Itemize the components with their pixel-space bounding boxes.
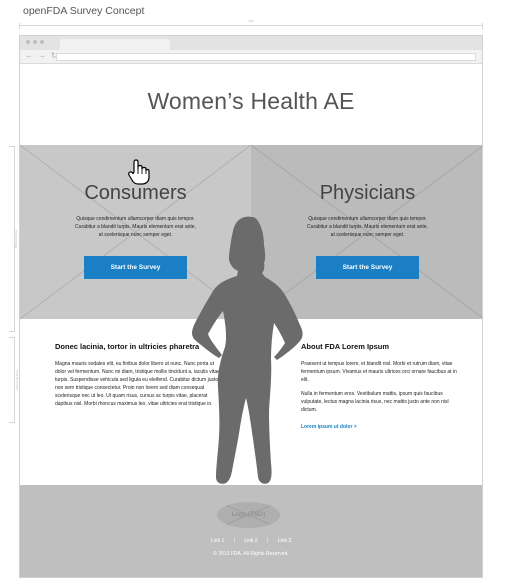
browser-tab-strip	[20, 36, 482, 50]
browser-toolbar: ← → ↻	[20, 50, 482, 64]
logo-placeholder: Logo (TBD)	[217, 502, 280, 528]
consumers-start-survey-button[interactable]: Start the Survey	[84, 256, 187, 279]
window-dot[interactable]	[40, 40, 44, 44]
window-dot[interactable]	[33, 40, 37, 44]
consumers-heading: Consumers	[84, 182, 187, 204]
height-dimension-1: 600 Grid Row	[9, 146, 19, 332]
forward-arrow-icon[interactable]: →	[38, 51, 46, 60]
address-bar[interactable]	[56, 53, 476, 61]
footer: Logo (TBD) Link 1 | Link 2 | Link 3 © 20…	[20, 485, 482, 577]
hand-cursor-icon	[128, 159, 150, 185]
physicians-heading: Physicians	[319, 182, 416, 204]
window-controls	[26, 40, 44, 44]
width-dimension: 960	[19, 19, 483, 31]
browser-window: ← → ↻ Women’s Health AE Consumers Quisqu…	[19, 35, 483, 578]
window-dot[interactable]	[26, 40, 30, 44]
nav-icons: ← → ↻	[25, 51, 58, 60]
height-dimension-label-1: 600 Grid Row	[14, 229, 19, 249]
doc-title: openFDA Survey Concept	[23, 5, 145, 17]
height-dimension-2: 1024 Grid Row	[9, 337, 19, 423]
logo-label: Logo (TBD)	[231, 511, 266, 518]
footer-link-separator: |	[267, 538, 269, 544]
copyright: © 2015 FDA. All Rights Reserved.	[213, 551, 289, 557]
physicians-start-survey-button[interactable]: Start the Survey	[316, 256, 419, 279]
back-arrow-icon[interactable]: ←	[25, 51, 33, 60]
footer-link-2[interactable]: Link 2	[244, 538, 257, 544]
footer-links: Link 1 | Link 2 | Link 3	[20, 538, 482, 544]
browser-tab[interactable]	[60, 39, 170, 50]
page-title: Women’s Health AE	[147, 88, 355, 114]
woman-silhouette-image	[192, 216, 303, 484]
footer-link-3[interactable]: Link 3	[278, 538, 291, 544]
footer-link-separator: |	[233, 538, 235, 544]
footer-link-1[interactable]: Link 1	[211, 538, 224, 544]
width-dimension-label: 960	[245, 19, 257, 23]
